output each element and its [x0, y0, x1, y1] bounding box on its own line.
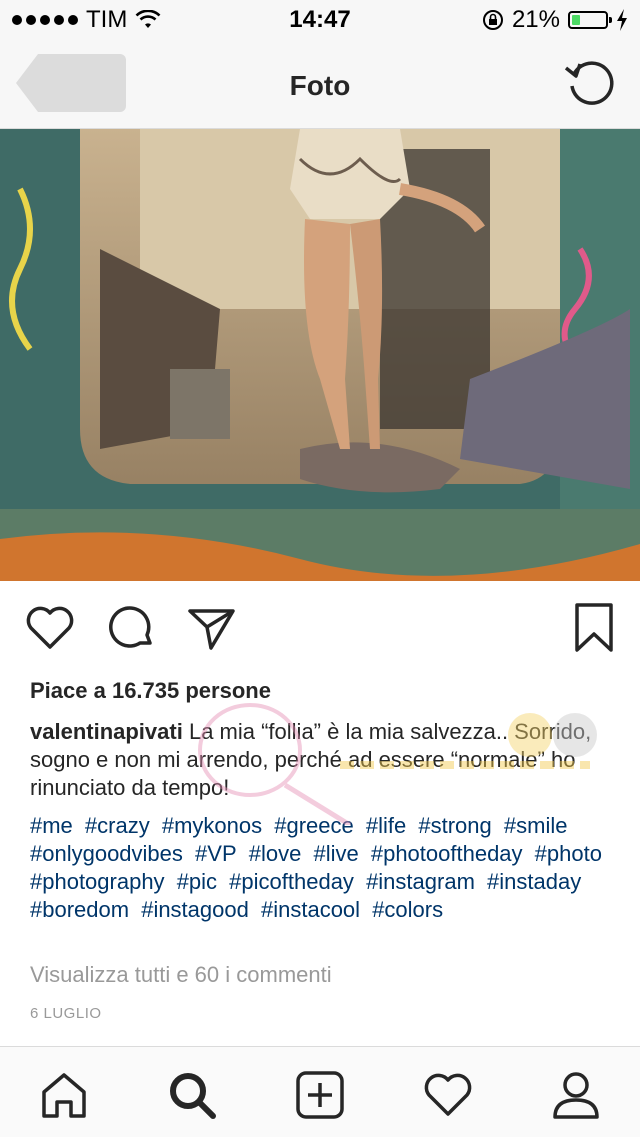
battery-icon — [568, 11, 612, 29]
hashtag[interactable]: #crazy — [85, 813, 150, 838]
hashtag-list: #me #crazy #mykonos #greece #life #stron… — [30, 812, 620, 924]
tab-search[interactable] — [164, 1067, 220, 1123]
hashtag[interactable]: #live — [313, 841, 358, 866]
hashtag[interactable]: #strong — [418, 813, 491, 838]
likes-count[interactable]: Piace a 16.735 persone — [30, 678, 271, 704]
hashtag[interactable]: #photooftheday — [371, 841, 523, 866]
page-title: Foto — [289, 70, 351, 101]
hashtag[interactable]: #love — [249, 841, 302, 866]
home-icon — [42, 1073, 86, 1118]
tab-profile[interactable] — [548, 1067, 604, 1123]
post-date: 6 LUGLIO — [30, 1005, 102, 1022]
hashtag[interactable]: #boredom — [30, 897, 129, 922]
like-button[interactable] — [24, 600, 76, 656]
refresh-icon[interactable] — [564, 56, 616, 108]
tab-activity[interactable] — [420, 1067, 476, 1123]
comment-icon — [109, 606, 152, 648]
tab-home[interactable] — [36, 1067, 92, 1123]
hashtag[interactable]: #life — [366, 813, 406, 838]
hashtag[interactable]: #greece — [274, 813, 354, 838]
tab-new-post[interactable] — [292, 1067, 348, 1123]
search-icon — [170, 1073, 216, 1119]
hashtag[interactable]: #instacool — [261, 897, 360, 922]
status-right: 21% — [482, 6, 628, 34]
hashtag[interactable]: #photography — [30, 869, 165, 894]
hashtag[interactable]: #picoftheday — [229, 869, 354, 894]
comment-button[interactable] — [106, 600, 158, 656]
post-photo[interactable] — [0, 129, 640, 581]
hashtag[interactable]: #photo — [535, 841, 602, 866]
battery-percent: 21% — [511, 6, 560, 33]
rotation-lock-icon — [482, 10, 503, 30]
hashtag[interactable]: #instaday — [487, 869, 581, 894]
share-icon — [188, 609, 235, 650]
add-post-icon — [296, 1071, 344, 1119]
hashtag[interactable]: #instagood — [141, 897, 249, 922]
activity-heart-icon — [424, 1073, 472, 1116]
hashtag[interactable]: #smile — [504, 813, 568, 838]
hashtag[interactable]: #VP — [195, 841, 237, 866]
hashtag[interactable]: #instagram — [366, 869, 475, 894]
hashtag[interactable]: #onlygoodvibes — [30, 841, 183, 866]
post-caption: valentinapivati La mia “follia” è la mia… — [30, 718, 620, 802]
heart-icon — [26, 606, 74, 649]
hashtag[interactable]: #colors — [372, 897, 443, 922]
share-button[interactable] — [186, 600, 238, 656]
nav-bar: Foto — [0, 40, 640, 129]
bookmark-icon — [575, 603, 613, 652]
post-actions — [0, 600, 640, 660]
hashtag[interactable]: #pic — [177, 869, 217, 894]
hashtag[interactable]: #me — [30, 813, 73, 838]
charging-bolt-icon — [617, 9, 627, 31]
status-bar: TIM 14:47 21% — [0, 0, 640, 40]
hashtag[interactable]: #mykonos — [162, 813, 262, 838]
save-button[interactable] — [568, 600, 620, 656]
tab-bar — [0, 1046, 640, 1137]
profile-icon — [553, 1072, 599, 1119]
caption-username[interactable]: valentinapivati — [30, 719, 183, 744]
view-all-comments-link[interactable]: Visualizza tutti e 60 i commenti — [30, 962, 332, 988]
